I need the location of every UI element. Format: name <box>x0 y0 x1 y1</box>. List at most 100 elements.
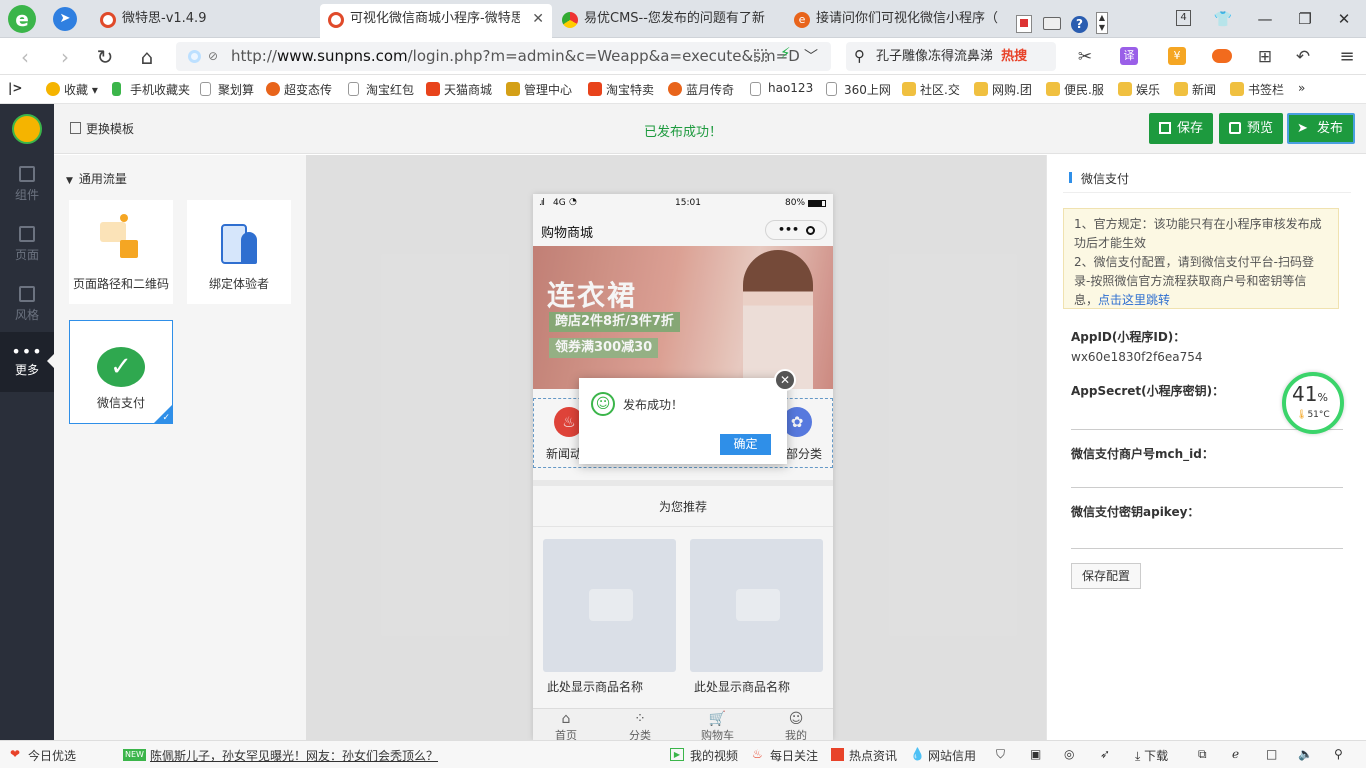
phone-icon <box>112 82 121 96</box>
back-icon[interactable]: ‹ <box>12 44 38 70</box>
bookmark-folder[interactable]: 书签栏 <box>1230 81 1284 98</box>
component-group-title[interactable]: ▼ 通用流量 <box>66 170 127 187</box>
panel-accent-bar <box>1069 172 1072 183</box>
security-icon[interactable]: ⛉ <box>996 747 1005 762</box>
tmall-icon <box>426 82 440 96</box>
appsecret-label: AppSecret(小程序密钥)： <box>1071 384 1225 398</box>
scissors-icon[interactable]: ✂ <box>1072 44 1098 70</box>
publish-button[interactable]: ➤ 发布 <box>1287 113 1356 144</box>
coupon-icon[interactable]: ¥ <box>1168 47 1186 65</box>
game-controller-icon[interactable] <box>1212 49 1232 63</box>
nav-item-pages[interactable]: 页面 <box>0 212 54 272</box>
qr-code-icon[interactable] <box>754 49 767 62</box>
reload-icon[interactable]: ↻ <box>92 44 118 70</box>
search-input[interactable]: ⚲ 孔子雕像冻得流鼻涕 热搜 <box>846 42 1056 71</box>
bookmark-item[interactable]: 天猫商城 <box>426 81 492 98</box>
close-dialog-icon[interactable]: ✕ <box>774 369 796 391</box>
ie-icon[interactable]: ℯ <box>1232 747 1239 761</box>
skin-shirt-icon[interactable]: 👕 <box>1212 8 1234 30</box>
page-icon <box>200 82 211 96</box>
folder-icon <box>974 82 988 96</box>
apps-grid-icon[interactable]: ⊞ <box>1252 44 1278 70</box>
help-icon[interactable]: ? <box>1071 16 1088 33</box>
bookmark-folder[interactable]: 社区.交 <box>902 81 960 98</box>
bookmark-folder[interactable]: 网购.团 <box>974 81 1032 98</box>
download-button[interactable]: ⤓ 下载 <box>1135 747 1168 764</box>
save-button[interactable]: 保存 <box>1149 113 1214 144</box>
panel-title: 微信支付 <box>1081 172 1130 186</box>
zoom-icon[interactable]: ⚲ <box>1334 747 1343 761</box>
apikey-input[interactable] <box>1071 548 1343 549</box>
close-tab-icon[interactable]: ✕ <box>532 4 544 34</box>
preview-button[interactable]: 预览 <box>1219 113 1284 144</box>
component-card-wechat-pay[interactable]: ✓ 微信支付 ✓ <box>69 320 173 424</box>
component-card-bind-tester[interactable]: 绑定体验者 <box>187 200 291 304</box>
confirm-button[interactable]: 确定 <box>720 434 771 455</box>
minimize-icon[interactable]: — <box>1254 8 1276 30</box>
bookmark-folder[interactable]: 便民.服 <box>1046 81 1104 98</box>
save-config-button[interactable]: 保存配置 <box>1071 563 1141 589</box>
site-credit[interactable]: 💧 网站信用 <box>910 747 976 764</box>
tab-menu-chevron-icon[interactable]: ▲ ▼ <box>1096 12 1108 34</box>
url-input[interactable]: ⊘ http://www.sunpns.com/login.php?m=admi… <box>176 42 831 71</box>
pdf-icon[interactable] <box>1016 15 1032 33</box>
navigate-arrow-icon[interactable]: ➤ <box>53 7 77 31</box>
bookmark-item[interactable]: hao123 <box>750 81 813 96</box>
bookmark-item[interactable]: 手机收藏夹 <box>112 81 190 98</box>
mchid-input[interactable] <box>1071 487 1343 488</box>
sidebar-toggle-icon[interactable]: |> <box>8 81 22 95</box>
nav-item-components[interactable]: 组件 <box>0 152 54 212</box>
headline-link[interactable]: 陈佩斯儿子，孙女罕见曝光！网友：孙女们会秃顶么？ <box>150 747 438 764</box>
more-bookmarks-icon[interactable]: » <box>1298 81 1305 95</box>
rocket-icon[interactable]: ➶ <box>1100 747 1110 761</box>
bookmark-item[interactable]: 360上网 <box>826 81 891 98</box>
jump-link[interactable]: 点击这里跳转 <box>1098 293 1170 307</box>
url-dropdown-chevron-icon[interactable]: ﹀ <box>804 46 818 66</box>
forward-icon[interactable]: › <box>52 44 78 70</box>
nav-item-style[interactable]: 风格 <box>0 272 54 332</box>
menu-icon[interactable]: ≡ <box>1334 44 1360 70</box>
home-icon[interactable]: ⌂ <box>134 44 160 70</box>
translate-icon[interactable]: 译 <box>1120 47 1138 65</box>
bookmark-item[interactable]: 超变态传 <box>266 81 332 98</box>
hot-news[interactable]: 热点资讯 <box>831 747 897 764</box>
daily-follow[interactable]: ♨ 每日关注 <box>752 747 818 764</box>
bookmark-item[interactable]: 管理中心 <box>506 81 572 98</box>
bookmark-item[interactable]: 淘宝特卖 <box>588 81 654 98</box>
hot-search-badge: 热搜 <box>1001 49 1028 64</box>
star-icon <box>46 82 60 96</box>
lightning-icon[interactable]: ⚡ <box>780 44 791 62</box>
today-picks[interactable]: ❤ 今日优选 <box>10 747 76 764</box>
thermometer-icon: 🌡 <box>1296 410 1308 420</box>
bookmark-item[interactable]: 蓝月传奇 <box>668 81 734 98</box>
restore-icon[interactable]: ❐ <box>1294 8 1316 30</box>
dual-screen-icon[interactable]: ⧉ <box>1198 747 1207 762</box>
browser-tab-1[interactable]: 微特思-v1.4.9 <box>92 4 317 38</box>
screenshot-icon[interactable]: ▣ <box>1030 747 1041 761</box>
browser-tab-4[interactable]: e 接请问你们可视化微信小程序（ <box>786 4 1011 38</box>
speed-icon[interactable]: ◎ <box>1064 747 1074 761</box>
performance-gauge[interactable]: 41% 🌡51°C <box>1282 372 1344 434</box>
change-template-button[interactable]: 更换模板 <box>70 120 134 137</box>
bookmark-item[interactable]: 收藏 ▾ <box>46 81 98 98</box>
browser-tab-3[interactable]: 易优CMS--您发布的问题有了新 <box>554 4 779 38</box>
keyboard-icon[interactable] <box>1043 17 1061 30</box>
my-videos[interactable]: ▶ 我的视频 <box>670 747 738 764</box>
active-pointer <box>47 354 54 368</box>
bookmark-folder[interactable]: 娱乐 <box>1118 81 1160 98</box>
appid-field[interactable]: wx60e1830f2f6ea754 <box>1071 350 1202 364</box>
component-card-page-path-qrcode[interactable]: 页面路径和二维码 <box>69 200 173 304</box>
bookmark-item[interactable]: 聚划算 <box>200 81 254 98</box>
site-info-icon[interactable] <box>188 50 201 63</box>
admin-icon <box>506 82 520 96</box>
undo-icon[interactable]: ↶ <box>1290 44 1316 70</box>
tab-count-badge[interactable]: 4 <box>1176 10 1191 26</box>
browser-logo-icon[interactable]: e <box>8 5 36 33</box>
browser-tab-2[interactable]: 可视化微信商城小程序-微特思-v ✕ <box>320 4 552 38</box>
bookmark-folder[interactable]: 新闻 <box>1174 81 1216 98</box>
volume-icon[interactable]: 🔈 <box>1298 747 1313 761</box>
window-icon[interactable]: □ <box>1266 747 1277 761</box>
nav-item-more[interactable]: ••• 更多 <box>0 332 54 392</box>
close-window-icon[interactable]: ✕ <box>1333 8 1355 30</box>
bookmark-item[interactable]: 淘宝红包 <box>348 81 414 98</box>
